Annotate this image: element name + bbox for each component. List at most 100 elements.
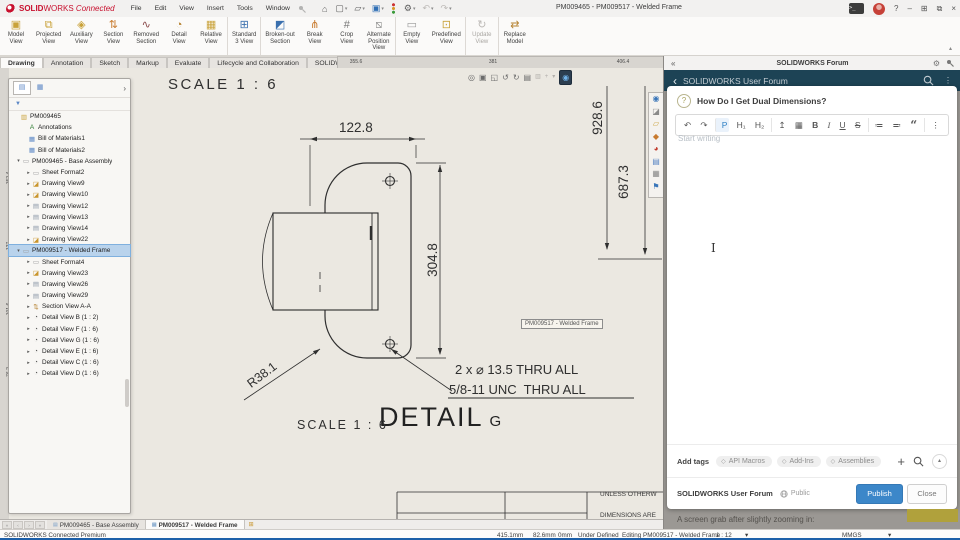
dropdown-caret[interactable]: ▾: [431, 6, 434, 12]
window-control-button[interactable]: ⊞: [921, 4, 928, 13]
command-button[interactable]: ↻ Update View: [465, 17, 498, 55]
kebab-menu-icon[interactable]: ⋮: [944, 76, 952, 85]
command-button[interactable]: ⧅ Alternate Position View: [363, 17, 395, 55]
quick-access-icon[interactable]: ↶ ▾: [422, 3, 433, 14]
command-button[interactable]: ⧉ Projected View: [32, 17, 65, 55]
task-pane-icon[interactable]: ▦: [652, 168, 660, 181]
dimension-height-outer[interactable]: 928.6: [590, 88, 604, 148]
pin-icon[interactable]: [946, 59, 954, 67]
window-control-button[interactable]: –: [907, 4, 911, 13]
ribbon-tab[interactable]: Sketch: [91, 57, 128, 68]
tree-item[interactable]: ▸ ▭ Sheet Format2: [9, 167, 130, 178]
menu-item[interactable]: Tools: [237, 5, 253, 12]
quick-access-icon[interactable]: ▣ ▾: [372, 3, 384, 14]
command-button[interactable]: ▣ Model View: [0, 17, 32, 55]
expander-icon[interactable]: ▸: [25, 360, 32, 366]
expander-icon[interactable]: ▸: [25, 315, 32, 321]
view-tool-icon[interactable]: ▤: [524, 71, 532, 84]
task-pane-icon[interactable]: ⚑: [652, 181, 659, 194]
ribbon-tab[interactable]: Evaluate: [167, 57, 209, 68]
search-tags-icon[interactable]: [913, 456, 924, 467]
format-tool-icon[interactable]: B: [810, 118, 820, 132]
format-tool-icon[interactable]: ≕: [890, 118, 903, 132]
command-button[interactable]: ⋔ Break View: [299, 17, 331, 55]
window-control-button[interactable]: [873, 3, 885, 15]
expander-icon[interactable]: ▸: [25, 326, 32, 332]
quick-access-icon[interactable]: ↷ ▾: [441, 3, 452, 14]
dropdown-caret[interactable]: ▾: [345, 6, 348, 12]
displaymanager-tab-icon[interactable]: ▦: [31, 81, 49, 95]
editor-placeholder[interactable]: Start writing: [678, 134, 720, 143]
view-tool-icon[interactable]: ▥: [535, 71, 541, 84]
expander-icon[interactable]: ▾: [15, 248, 22, 254]
tree-item[interactable]: ▸ ▭ Sheet Format4: [9, 256, 130, 267]
tree-item[interactable]: ▸ ▤ Drawing View13: [9, 212, 130, 223]
quick-access-icon[interactable]: ⚙ ▾: [404, 3, 416, 14]
view-tool-icon[interactable]: ▣: [479, 71, 487, 84]
tree-item[interactable]: ▸ ◪ Drawing View9: [9, 178, 130, 189]
command-button[interactable]: ▭ Empty View: [395, 17, 428, 55]
sheet-nav-arrow[interactable]: «: [2, 521, 12, 529]
tree-item[interactable]: ▸ ▤ Drawing View26: [9, 279, 130, 290]
expander-icon[interactable]: ▸: [25, 203, 32, 209]
view-tool-icon[interactable]: ↺: [502, 71, 509, 84]
view-tool-icon[interactable]: ◉: [559, 70, 572, 85]
expander-icon[interactable]: ▾: [15, 158, 22, 164]
expander-icon[interactable]: ▸: [25, 192, 32, 198]
quick-access-icon[interactable]: ▱ ▾: [354, 3, 364, 14]
window-control-button[interactable]: ⧉: [937, 4, 943, 14]
format-tool-icon[interactable]: H₂: [753, 118, 766, 132]
format-tool-icon[interactable]: U: [838, 118, 848, 132]
tree-item[interactable]: ▸ ◔ Detail View C (1 : 6): [9, 357, 130, 368]
task-pane-icon[interactable]: ◪: [652, 106, 660, 119]
dropdown-caret[interactable]: ▾: [381, 6, 384, 12]
format-tool-icon[interactable]: I: [825, 118, 832, 132]
format-tool-icon[interactable]: “: [908, 120, 919, 130]
menu-item[interactable]: Insert: [207, 5, 224, 12]
tree-item[interactable]: ▦ Bill of Materials1: [9, 133, 130, 144]
ribbon-tab[interactable]: Drawing: [0, 57, 43, 68]
tree-item[interactable]: ▸ ⇅ Section View A-A: [9, 301, 130, 312]
collapse-panel-icon[interactable]: «: [671, 59, 675, 68]
view-tool-icon[interactable]: ◱: [491, 71, 499, 84]
tree-scrollbar[interactable]: [125, 379, 129, 407]
view-tool-icon[interactable]: ▾: [552, 71, 555, 84]
sheet-nav-arrow[interactable]: »: [35, 521, 45, 529]
tree-item[interactable]: ▸ ◔ Detail View G (1 : 6): [9, 335, 130, 346]
tree-item[interactable]: ▸ ▤ Drawing View12: [9, 201, 130, 212]
expander-icon[interactable]: ▸: [25, 181, 32, 187]
expand-panel-icon[interactable]: ›: [123, 84, 126, 93]
sheet-nav-arrow[interactable]: ›: [24, 521, 34, 529]
menu-item[interactable]: Edit: [155, 5, 167, 12]
expander-icon[interactable]: ▸: [25, 225, 32, 231]
tree-item[interactable]: ▸ ▤ Drawing View14: [9, 223, 130, 234]
expander-icon[interactable]: ▸: [25, 170, 32, 176]
window-control-button[interactable]: >_: [849, 3, 864, 14]
expander-icon[interactable]: ▸: [25, 281, 32, 287]
expander-icon[interactable]: ▸: [25, 214, 32, 220]
tree-item[interactable]: ▸ ◔ Detail View F (1 : 6): [9, 324, 130, 335]
task-pane-icon[interactable]: ▱: [653, 118, 659, 131]
sheet-nav-arrow[interactable]: ‹: [13, 521, 23, 529]
expander-icon[interactable]: ▸: [25, 270, 32, 276]
format-tool-icon[interactable]: H₁: [735, 118, 748, 132]
gear-icon[interactable]: ⚙: [933, 59, 940, 68]
task-pane-icon[interactable]: ▤: [652, 156, 660, 169]
command-button[interactable]: ⇅ Section View: [97, 17, 129, 55]
window-control-button[interactable]: ×: [951, 4, 956, 13]
dropdown-caret[interactable]: ▾: [413, 6, 416, 12]
tree-item[interactable]: ▸ ◔ Detail View B (1 : 2): [9, 312, 130, 323]
ribbon-tab[interactable]: Lifecycle and Collaboration: [209, 57, 307, 68]
window-control-button[interactable]: ?: [894, 4, 898, 13]
command-button[interactable]: ⇄ Replace Model: [498, 17, 531, 55]
task-pane-icon[interactable]: ◉: [653, 93, 660, 106]
menu-item[interactable]: View: [179, 5, 194, 12]
tree-item[interactable]: ▸ ◪ Drawing View23: [9, 268, 130, 279]
command-button[interactable]: # Crop View: [331, 17, 363, 55]
tree-item[interactable]: ▥ PM009465: [9, 111, 130, 122]
view-tool-icon[interactable]: ◎: [468, 71, 475, 84]
quick-access-icon[interactable]: ▢ ▾: [335, 3, 347, 14]
task-pane-icon[interactable]: ◕: [654, 143, 659, 156]
quick-access-icon[interactable]: ⌂: [322, 4, 328, 14]
view-tool-icon[interactable]: ↻: [513, 71, 520, 84]
